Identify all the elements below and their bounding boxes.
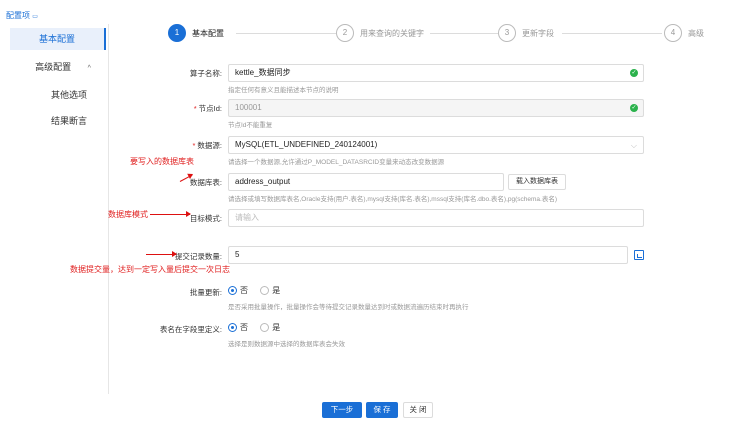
sidebar-item-label: 结果断言 <box>50 116 87 126</box>
node-id-label: * 节点Id: <box>102 103 222 114</box>
name-label: 算子名称: <box>102 68 222 79</box>
annotation-commit: 数据提交量，达到一定写入量后提交一次日志 <box>70 265 230 274</box>
close-button[interactable]: 关 闭 <box>403 402 433 418</box>
radio-icon <box>260 286 270 296</box>
node-id-label-text: 节点Id: <box>198 104 222 113</box>
next-button[interactable]: 下一步 <box>322 402 362 418</box>
step-4-circle[interactable]: 4 <box>664 24 682 42</box>
step-2-circle[interactable]: 2 <box>336 24 354 42</box>
step-4-label[interactable]: 高级 <box>688 28 704 39</box>
table-hint: 请选择或填写数据库表名,Oracle支持(用户.表名),mysql支持(库名.表… <box>228 196 557 203</box>
sidebar-item-label: 基本配置 <box>38 34 75 44</box>
step-indicator: 1 基本配置 2 用来查询的关键字 3 更新字段 4 高级 <box>168 24 708 44</box>
tablename-field-option-no[interactable]: 否 <box>228 322 248 333</box>
annotation-schema: 数据库模式 <box>108 210 148 219</box>
sidebar-item-other-options[interactable]: 其他选项 <box>24 88 114 101</box>
step-1-label[interactable]: 基本配置 <box>192 28 224 39</box>
batch-update-label-text: 批量更新: <box>189 288 222 297</box>
required-mark: * <box>193 104 197 113</box>
config-title-text: 配置项 <box>6 11 30 20</box>
schema-input-placeholder: 请输入 <box>235 213 259 222</box>
tablename-field-label-text: 表名在字段里定义: <box>159 325 222 334</box>
step-3-label[interactable]: 更新字段 <box>522 28 554 39</box>
datasource-label-text: 数据源: <box>197 141 222 150</box>
table-label: 数据库表: <box>102 177 222 188</box>
commit-size-input[interactable]: 5 <box>228 246 628 264</box>
datasource-select-value: MySQL(ETL_UNDEFINED_240124001) <box>235 140 378 149</box>
name-hint: 指定任何有意义且能描述本节点的说明 <box>228 87 339 94</box>
step-connector <box>562 33 662 34</box>
name-label-text: 算子名称: <box>189 69 222 78</box>
schema-label-text: 目标模式: <box>189 214 222 223</box>
chevron-up-icon: ^ <box>87 65 91 72</box>
info-icon: ▭ <box>32 14 38 20</box>
annotation-table: 要写入的数据库表 <box>130 157 194 166</box>
table-input[interactable]: address_output <box>228 173 504 191</box>
option-label: 是 <box>272 286 281 295</box>
name-input-value: kettle_数据同步 <box>235 68 291 77</box>
table-input-value: address_output <box>235 177 291 186</box>
load-tables-button[interactable]: 载入数据库表 <box>508 174 566 190</box>
required-mark: * <box>192 141 196 150</box>
name-input[interactable]: kettle_数据同步 ✓ <box>228 64 644 82</box>
commit-size-label: 提交记录数量: <box>102 251 222 262</box>
annotation-arrow <box>146 251 177 257</box>
datasource-select[interactable]: MySQL(ETL_UNDEFINED_240124001) ⌵ <box>228 136 644 154</box>
sidebar-item-basic[interactable]: 基本配置 <box>10 28 106 50</box>
step-connector <box>430 33 498 34</box>
batch-update-hint: 是否采用批量操作，批量操作会等待提交记录数量达到时或数据流遍历结束时再执行 <box>228 304 469 311</box>
annotation-arrow <box>150 211 191 217</box>
node-id-input[interactable]: 100001 ✓ <box>228 99 644 117</box>
variable-icon[interactable] <box>634 250 644 260</box>
step-3-circle[interactable]: 3 <box>498 24 516 42</box>
chevron-down-icon: ⌵ <box>630 141 637 150</box>
tablename-field-option-yes[interactable]: 是 <box>260 322 280 333</box>
sidebar-item-result-assert[interactable]: 结果断言 <box>24 114 114 127</box>
datasource-label: * 数据源: <box>102 140 222 151</box>
node-id-hint: 节点Id不能重复 <box>228 122 273 129</box>
step-1-circle[interactable]: 1 <box>168 24 186 42</box>
step-connector <box>236 33 336 34</box>
config-title: 配置项 ▭ <box>6 10 38 21</box>
option-label: 是 <box>272 323 281 332</box>
radio-icon <box>260 323 270 333</box>
batch-update-radio-group: 否 是 <box>228 285 290 296</box>
table-label-text: 数据库表: <box>189 178 222 187</box>
commit-size-input-value: 5 <box>235 250 240 259</box>
sidebar-item-label: 高级配置 <box>35 62 72 72</box>
schema-input[interactable]: 请输入 <box>228 209 644 227</box>
tablename-field-label: 表名在字段里定义: <box>102 324 222 335</box>
option-label: 否 <box>240 286 248 295</box>
radio-checked-icon <box>228 323 237 333</box>
tablename-field-hint: 选择是则数据源中选择的数据库表会失效 <box>228 341 345 348</box>
batch-update-option-yes[interactable]: 是 <box>260 285 280 296</box>
radio-checked-icon <box>228 286 237 296</box>
datasource-hint: 请选择一个数据源,允许通过P_MODEL_DATASRCID变量来动态改变数据源 <box>228 159 445 166</box>
step-2-label[interactable]: 用来查询的关键字 <box>360 28 424 39</box>
check-icon: ✓ <box>630 69 638 77</box>
sidebar-item-advanced[interactable]: 高级配置 ^ <box>18 60 108 73</box>
node-id-input-value: 100001 <box>235 103 262 112</box>
save-button[interactable]: 保 存 <box>366 402 398 418</box>
batch-update-label: 批量更新: <box>102 287 222 298</box>
batch-update-option-no[interactable]: 否 <box>228 285 248 296</box>
check-icon: ✓ <box>630 104 638 112</box>
sidebar-item-label: 其他选项 <box>50 90 87 100</box>
option-label: 否 <box>240 323 248 332</box>
tablename-field-radio-group: 否 是 <box>228 322 290 333</box>
commit-size-label-text: 提交记录数量: <box>174 252 222 261</box>
